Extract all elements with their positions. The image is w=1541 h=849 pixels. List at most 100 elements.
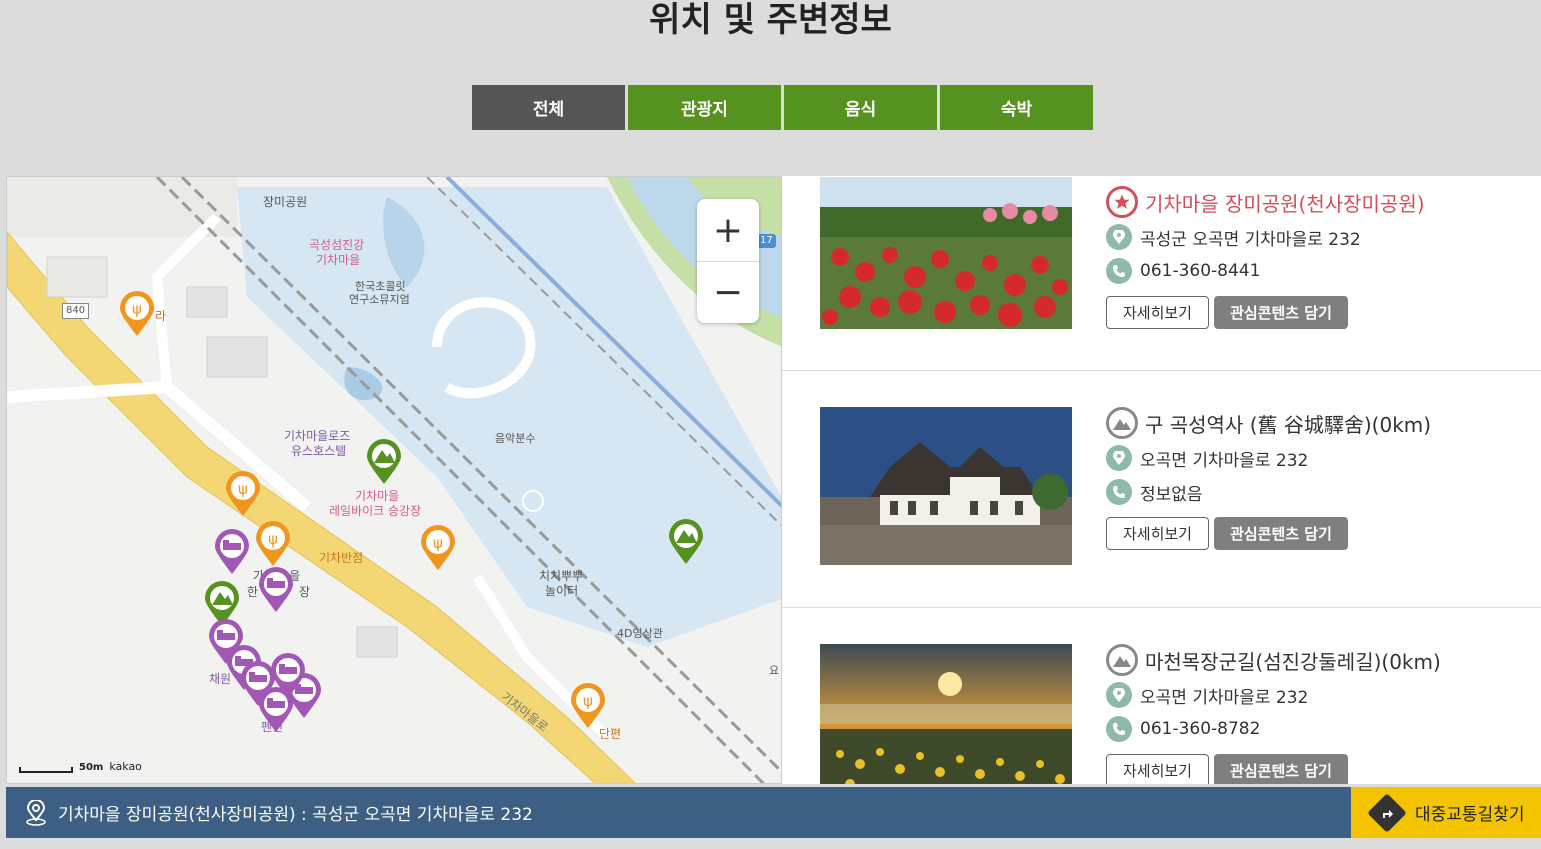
road-number-badge-2: 17 — [757, 234, 776, 248]
page-title: 위치 및 주변정보 — [649, 0, 892, 40]
place-title-text: 마천목장군길(섬진강둘레길)(0km) — [1145, 649, 1441, 674]
map-pin-lodging[interactable] — [213, 529, 251, 575]
map-label-rose-park: 장미공원 — [263, 195, 308, 209]
place-photo-rose-park — [820, 177, 1072, 329]
detail-button[interactable]: 자세히보기 — [1106, 296, 1209, 329]
transit-route-label: 대중교통길찾기 — [1415, 805, 1525, 825]
place-address: 오곡면 기차마을로 232 — [1106, 680, 1441, 710]
place-title[interactable]: 기차마을 장미공원(천사장미공원) — [1106, 186, 1425, 218]
svg-text:ψ: ψ — [132, 300, 142, 318]
location-pin-icon — [26, 799, 46, 826]
save-interest-button[interactable]: 관심콘텐츠 담기 — [1214, 517, 1348, 550]
map-label-railbike-1: 기차마을 — [355, 489, 400, 503]
map-pin-tourism[interactable] — [365, 439, 403, 485]
selected-location-text: 기차마을 장미공원(천사장미공원) : 곡성군 오곡면 기차마을로 232 — [58, 805, 533, 825]
place-address-text: 오곡면 기차마을로 232 — [1140, 450, 1309, 471]
map-label-hostel-1: 기차마을로즈 — [284, 429, 351, 443]
place-phone: 정보없음 — [1106, 477, 1431, 507]
place-phone-text: 061-360-8782 — [1140, 719, 1261, 739]
place-title-text: 기차마을 장미공원(천사장미공원) — [1145, 191, 1425, 216]
star-icon — [1106, 186, 1138, 218]
map-pin-tourism[interactable] — [667, 519, 705, 565]
map-label-music-fountain: 음악분수 — [495, 432, 536, 445]
location-pin-icon — [1106, 224, 1132, 250]
tab-all[interactable]: 전체 — [472, 85, 625, 130]
scale-bar — [19, 767, 73, 773]
phone-icon — [1106, 258, 1132, 284]
place-address: 곡성군 오곡면 기차마을로 232 — [1106, 222, 1425, 252]
place-phone-text: 정보없음 — [1140, 484, 1203, 505]
list-item: 구 곡성역사 (舊 谷城驛舍)(0km) 오곡면 기차마을로 232 정보없음 … — [782, 371, 1541, 608]
place-actions: 자세히보기 관심콘텐츠 담기 — [1106, 754, 1441, 784]
phone-icon — [1106, 479, 1132, 505]
zoom-out-button[interactable]: − — [697, 261, 759, 323]
svg-text:ψ: ψ — [433, 534, 443, 552]
map-pin-lodging[interactable] — [257, 687, 295, 733]
category-tabs: 전체 관광지 음식 숙박 — [472, 85, 1093, 130]
svg-text:ψ: ψ — [238, 480, 248, 498]
map-label-train-village-2: 기차마을 — [316, 253, 361, 267]
map-label-hostel-2: 유스호스텔 — [291, 444, 347, 458]
directions-icon — [1367, 792, 1407, 833]
map-label-playground-2: 놀이터 — [545, 584, 579, 598]
place-title[interactable]: 마천목장군길(섬진강둘레길)(0km) — [1106, 644, 1441, 676]
map-label-theater: 4D영상관 — [617, 627, 663, 640]
map-pin-food[interactable]: ψ — [118, 291, 156, 337]
place-info: 마천목장군길(섬진강둘레길)(0km) 오곡면 기차마을로 232 061-36… — [1106, 644, 1441, 784]
selected-location-bar: 기차마을 장미공원(천사장미공원) : 곡성군 오곡면 기차마을로 232 — [6, 787, 1351, 838]
place-actions: 자세히보기 관심콘텐츠 담기 — [1106, 517, 1431, 550]
location-pin-icon — [1106, 445, 1132, 471]
map-pin-food[interactable]: ψ — [254, 521, 292, 567]
place-title-text: 구 곡성역사 (舊 谷城驛舍)(0km) — [1145, 412, 1432, 437]
map-view[interactable]: 840 17 장미공원 곡성섬진강 기차마을 한국초콜릿 연구소뮤지엄 기차마을… — [6, 176, 782, 784]
road-number-badge: 840 — [62, 303, 90, 319]
map-label-chocolate-1: 한국초콜릿 — [355, 280, 406, 293]
mountain-icon — [1106, 644, 1138, 676]
place-actions: 자세히보기 관심콘텐츠 담기 — [1106, 296, 1425, 329]
zoom-in-button[interactable]: + — [697, 199, 759, 261]
map-pin-lodging[interactable] — [257, 567, 295, 613]
map-zoom-control: + − — [697, 199, 759, 323]
map-label-playground-1: 치치뿌뿌 — [539, 569, 584, 583]
scale-label: 50m — [79, 762, 104, 773]
place-photo-old-station — [820, 407, 1072, 565]
location-pin-icon — [1106, 682, 1132, 708]
list-item: 기차마을 장미공원(천사장미공원) 곡성군 오곡면 기차마을로 232 061-… — [782, 176, 1541, 371]
place-address: 오곡면 기차마을로 232 — [1106, 443, 1431, 473]
place-phone: 061-360-8441 — [1106, 256, 1425, 286]
map-pin-food[interactable]: ψ — [569, 683, 607, 729]
map-pin-food[interactable]: ψ — [419, 525, 457, 571]
place-list[interactable]: 기차마을 장미공원(천사장미공원) 곡성군 오곡면 기차마을로 232 061-… — [782, 176, 1541, 784]
map-label-train-restaurant: 기차반점 — [319, 551, 364, 565]
tab-tourism[interactable]: 관광지 — [628, 85, 781, 130]
map-label-jang: 장 — [299, 585, 311, 599]
place-address-text: 오곡면 기차마을로 232 — [1140, 687, 1309, 708]
svg-text:ψ: ψ — [583, 692, 593, 710]
place-info: 기차마을 장미공원(천사장미공원) 곡성군 오곡면 기차마을로 232 061-… — [1106, 186, 1425, 329]
map-label-train-village-1: 곡성섬진강 — [309, 238, 365, 252]
list-item: 마천목장군길(섬진강둘레길)(0km) 오곡면 기차마을로 232 061-36… — [782, 608, 1541, 784]
transit-route-button[interactable]: 대중교통길찾기 — [1351, 787, 1541, 838]
mountain-icon — [1106, 407, 1138, 439]
map-pin-food[interactable]: ψ — [224, 471, 262, 517]
place-photo-riverside-trail — [820, 644, 1072, 784]
detail-button[interactable]: 자세히보기 — [1106, 754, 1209, 784]
map-label-railbike-2: 레일바이크 승강장 — [329, 504, 422, 518]
detail-button[interactable]: 자세히보기 — [1106, 517, 1209, 550]
map-label-ra: 라 — [155, 309, 167, 323]
map-label-yo: 요 — [769, 664, 780, 677]
save-interest-button[interactable]: 관심콘텐츠 담기 — [1214, 296, 1348, 329]
map-provider-logo: kakao — [109, 760, 142, 773]
tab-food[interactable]: 음식 — [784, 85, 937, 130]
svg-text:ψ: ψ — [268, 530, 278, 548]
phone-icon — [1106, 716, 1132, 742]
place-title[interactable]: 구 곡성역사 (舊 谷城驛舍)(0km) — [1106, 407, 1431, 439]
save-interest-button[interactable]: 관심콘텐츠 담기 — [1214, 754, 1348, 784]
tab-lodging[interactable]: 숙박 — [940, 85, 1093, 130]
place-address-text: 곡성군 오곡면 기차마을로 232 — [1140, 229, 1361, 250]
place-info: 구 곡성역사 (舊 谷城驛舍)(0km) 오곡면 기차마을로 232 정보없음 … — [1106, 407, 1431, 550]
map-label-danpyeon: 단편 — [599, 727, 622, 741]
place-phone: 061-360-8782 — [1106, 714, 1441, 744]
place-phone-text: 061-360-8441 — [1140, 261, 1261, 281]
map-label-chocolate-2: 연구소뮤지엄 — [349, 293, 410, 306]
